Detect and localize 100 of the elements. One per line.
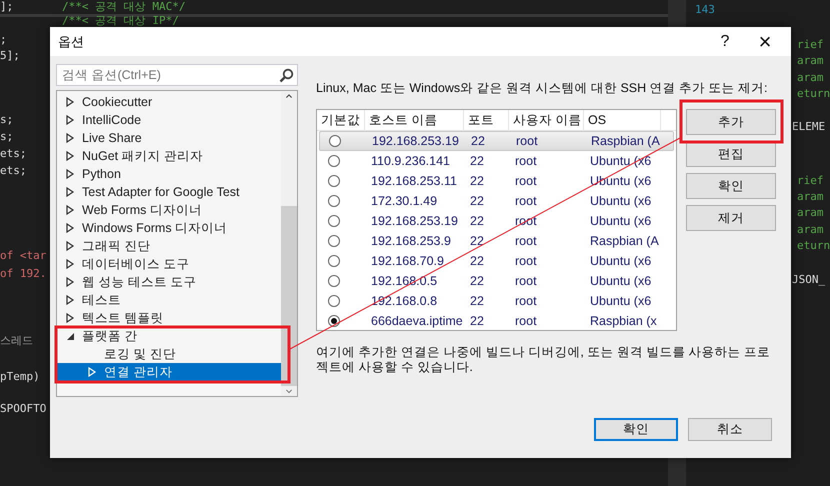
tree-item[interactable]: Windows Forms 디자이너	[57, 219, 281, 237]
action-button[interactable]: 제거	[686, 205, 776, 231]
code-text: ;	[0, 32, 7, 48]
user-cell-text: root	[514, 294, 538, 308]
expand-icon[interactable]	[65, 115, 75, 125]
port-cell-text: 22	[469, 174, 485, 188]
expand-icon[interactable]	[65, 151, 75, 161]
column-header[interactable]: 기본값	[317, 110, 365, 130]
default-radio[interactable]	[328, 155, 340, 167]
expanded-icon[interactable]	[65, 331, 75, 341]
search-field[interactable]: 검색 옵션(Ctrl+E)	[56, 64, 298, 86]
close-button[interactable]: ×	[745, 27, 785, 56]
port-cell-text: 22	[469, 254, 485, 268]
action-button[interactable]: 확인	[686, 173, 776, 199]
port-cell-text: 22	[469, 234, 485, 248]
code-text: aram	[797, 205, 824, 221]
tree-item[interactable]: Web Forms 디자이너	[57, 201, 281, 219]
tree-item[interactable]: Cookiecutter	[57, 93, 281, 111]
user-cell-text: root	[514, 154, 538, 168]
port-cell-text: 22	[469, 214, 485, 228]
expand-icon[interactable]	[65, 97, 75, 107]
expand-icon[interactable]	[65, 295, 75, 305]
connection-row[interactable]: 192.168.253.9 22 root Raspbian (A	[319, 231, 674, 251]
user-cell-text: root	[515, 134, 539, 148]
expand-icon[interactable]	[65, 169, 75, 179]
column-header[interactable]: 사용자 이름	[509, 110, 584, 130]
port-cell-text: 22	[470, 134, 486, 148]
host-cell-text: 192.168.253.19	[371, 134, 460, 148]
port-cell-text: 22	[469, 194, 485, 208]
action-button[interactable]: 추가	[686, 109, 776, 135]
os-cell-text: Ubuntu (x6	[589, 154, 652, 168]
expand-icon[interactable]	[65, 259, 75, 269]
host-cell-text: 172.30.1.49	[370, 194, 438, 208]
tree-item[interactable]: 그래픽 진단	[57, 237, 281, 255]
expand-icon[interactable]	[65, 277, 75, 287]
tree-item[interactable]: Python	[57, 165, 281, 183]
scrollbar-thumb[interactable]	[281, 206, 297, 386]
dialog-button[interactable]: 확인	[594, 418, 678, 441]
os-cell-text: Raspbian (x	[589, 314, 658, 328]
host-cell-text: 192.168.70.9	[370, 254, 445, 268]
port-cell-text: 22	[469, 314, 485, 328]
host-cell-text: 192.168.253.11	[370, 174, 458, 188]
default-radio[interactable]	[328, 315, 340, 327]
os-cell-text: Ubuntu (x6	[589, 194, 652, 208]
column-header[interactable]: OS	[584, 110, 661, 130]
tree-item[interactable]: IntelliCode	[57, 111, 281, 129]
tree-item[interactable]: 연결 관리자	[57, 363, 281, 381]
default-radio[interactable]	[328, 195, 340, 207]
code-text: rief	[797, 173, 824, 189]
code-text: aram	[797, 53, 824, 69]
column-header[interactable]: 포트	[464, 110, 509, 130]
connection-row[interactable]: 110.9.236.141 22 root Ubuntu (x6	[319, 151, 674, 171]
code-text: eturn	[797, 86, 830, 102]
default-radio[interactable]	[328, 215, 340, 227]
dialog-button[interactable]: 취소	[688, 418, 772, 441]
tree-item[interactable]: Live Share	[57, 129, 281, 147]
column-header[interactable]: 호스트 이름	[365, 110, 464, 130]
os-cell-text: Raspbian (A	[590, 134, 661, 148]
expand-icon[interactable]	[65, 223, 75, 233]
host-cell-text: 110.9.236.141	[370, 154, 452, 168]
code-text: s;	[0, 112, 14, 128]
user-cell-text: root	[514, 274, 538, 288]
code-text: 5];	[0, 48, 20, 64]
default-radio[interactable]	[328, 295, 340, 307]
host-cell-text: 192.168.253.19	[370, 214, 459, 228]
port-cell-text: 22	[469, 294, 485, 308]
tree-item[interactable]: 로깅 및 진단	[57, 345, 281, 363]
connection-row[interactable]: 192.168.70.9 22 root Ubuntu (x6	[319, 251, 674, 271]
description-text: Linux, Mac 또는 Windows와 같은 원격 시스템에 대한 SSH 연결 추가 또는 제거:	[316, 80, 769, 97]
user-cell-text: root	[514, 314, 538, 328]
code-text: s;	[0, 129, 14, 145]
code-text: ets;	[0, 163, 26, 179]
expand-icon[interactable]	[65, 133, 75, 143]
default-radio[interactable]	[328, 275, 340, 287]
tree-item[interactable]: 테스트	[57, 291, 281, 309]
expand-icon[interactable]	[65, 313, 75, 323]
default-radio[interactable]	[328, 175, 340, 187]
tree-item[interactable]: 플랫폼 간	[57, 327, 281, 345]
default-radio[interactable]	[328, 255, 340, 267]
tree-item[interactable]: 텍스트 템플릿	[57, 309, 281, 327]
code-text: aram	[797, 189, 824, 205]
connection-row[interactable]: 192.168.253.19 22 root Raspbian (A	[319, 131, 674, 151]
tree-item[interactable]: 웹 성능 테스트 도구	[57, 273, 281, 291]
os-cell-text: Ubuntu (x6	[589, 254, 652, 268]
os-cell-text: Ubuntu (x6	[589, 214, 652, 228]
expand-icon[interactable]	[65, 187, 75, 197]
user-cell-text: root	[514, 234, 538, 248]
tree-item[interactable]: NuGet 패키지 관리자	[57, 147, 281, 165]
default-radio[interactable]	[328, 235, 340, 247]
connection-row[interactable]: 666daeva.iptime 22 root Raspbian (x	[319, 311, 674, 330]
os-cell-text: Ubuntu (x6	[589, 294, 652, 308]
expand-icon[interactable]	[65, 205, 75, 215]
code-text: /**< 공격 대상 IP*/	[62, 13, 179, 29]
default-radio[interactable]	[329, 135, 341, 147]
tree-item[interactable]: Test Adapter for Google Test	[57, 183, 281, 201]
expand-icon[interactable]	[65, 241, 75, 251]
tree-item[interactable]: 데이터베이스 도구	[57, 255, 281, 273]
code-text: JSON_	[792, 272, 826, 288]
connection-row[interactable]: 172.30.1.49 22 root Ubuntu (x6	[319, 191, 674, 211]
help-button[interactable]: ?	[705, 27, 745, 56]
